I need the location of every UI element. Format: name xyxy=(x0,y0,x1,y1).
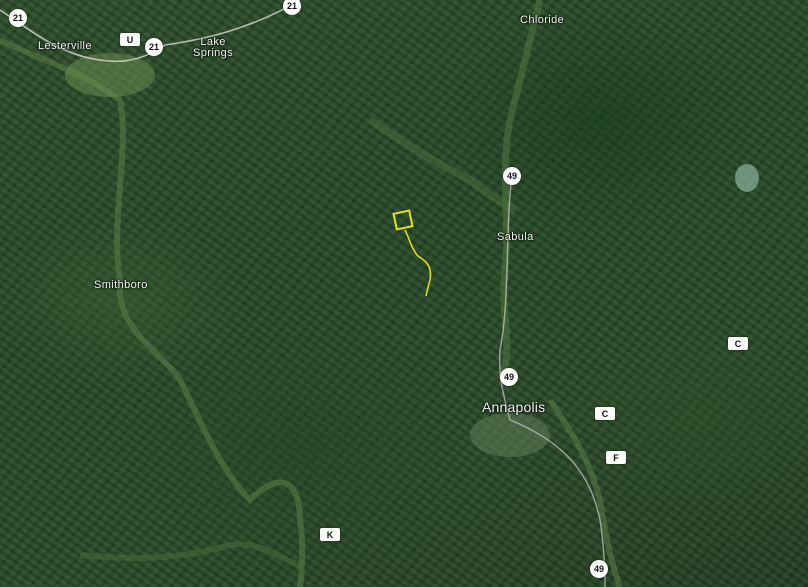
route-49-shield: 49 xyxy=(590,560,608,578)
place-label-smithboro: Smithboro xyxy=(94,279,148,291)
parcel-outline[interactable] xyxy=(392,209,414,231)
river-valley-central xyxy=(496,0,544,382)
route-49-shield: 49 xyxy=(500,368,518,386)
place-label-chloride: Chloride xyxy=(520,14,565,26)
lake xyxy=(735,164,759,192)
terrain-layer xyxy=(0,0,759,587)
river-valley-south xyxy=(79,541,301,568)
route-21-shield: 21 xyxy=(9,9,27,27)
route-f-shield: F xyxy=(606,451,626,464)
route-21-shield: 21 xyxy=(145,38,163,56)
route-u-shield: U xyxy=(120,33,140,46)
river-valley-east xyxy=(547,398,623,587)
place-label-lake-springs: Lake Springs xyxy=(193,36,234,59)
place-label-lesterville: Lesterville xyxy=(38,40,92,52)
access-path xyxy=(404,229,432,297)
route-49-shield: 49 xyxy=(503,167,521,185)
route-c-shield: C xyxy=(595,407,615,420)
field-lesterville xyxy=(65,53,155,97)
place-label-annapolis: Annapolis xyxy=(482,399,546,415)
river-valley-west xyxy=(0,37,306,587)
route-k-shield: K xyxy=(320,528,340,541)
satellite-map[interactable]: Lesterville Lake Springs Chloride Sabula… xyxy=(0,0,808,587)
place-label-sabula: Sabula xyxy=(497,231,534,243)
route-c-shield: C xyxy=(728,337,748,350)
river-valley-north xyxy=(367,116,517,214)
